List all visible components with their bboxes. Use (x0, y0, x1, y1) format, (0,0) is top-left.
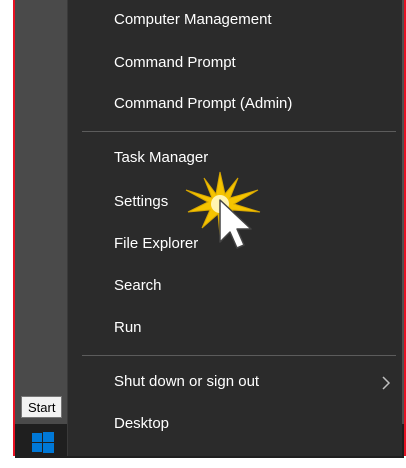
menu-item-run[interactable]: Run (68, 310, 402, 346)
menu-item-label: Run (114, 319, 142, 336)
menu-item-command-prompt[interactable]: Command Prompt (68, 45, 402, 81)
chevron-right-icon (378, 364, 394, 400)
screen: Computer Management Command Prompt Comma… (0, 0, 406, 468)
menu-item-label: Desktop (114, 415, 170, 432)
menu-separator (82, 355, 396, 356)
menu-item-label: Command Prompt (114, 54, 236, 71)
menu-item-label: Settings (114, 193, 169, 210)
menu-separator (82, 131, 396, 132)
menu-item-search[interactable]: Search (68, 268, 402, 304)
menu-item-label: Command Prompt (Admin) (114, 95, 293, 112)
menu-item-label: Task Manager (114, 149, 209, 166)
desktop-left-strip (15, 0, 67, 458)
menu-item-desktop[interactable]: Desktop (68, 406, 402, 442)
mouse-cursor-with-click-burst (180, 168, 270, 258)
menu-item-computer-management[interactable]: Computer Management (68, 2, 402, 38)
menu-item-shut-down-or-sign-out[interactable]: Shut down or sign out (68, 364, 402, 400)
start-button[interactable] (30, 430, 56, 456)
menu-item-label: Shut down or sign out (114, 373, 260, 390)
start-tooltip: Start (21, 396, 63, 418)
menu-item-label: Computer Management (114, 11, 272, 28)
windows-logo-icon (32, 432, 54, 453)
menu-item-command-prompt-admin[interactable]: Command Prompt (Admin) (68, 86, 402, 122)
menu-item-label: Search (114, 277, 162, 294)
